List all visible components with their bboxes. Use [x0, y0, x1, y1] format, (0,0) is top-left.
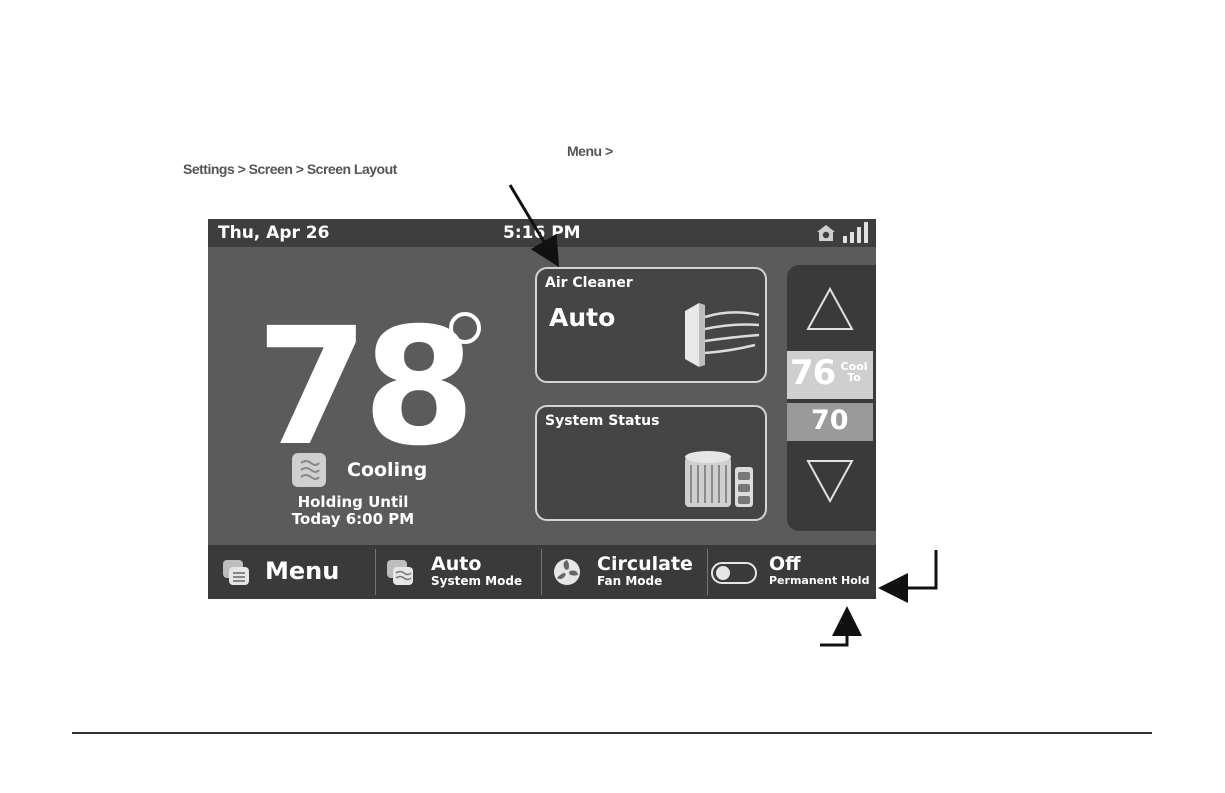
- callout-arrow-hold-bottom: [820, 606, 862, 647]
- fan-mode-button[interactable]: Circulate Fan Mode: [542, 545, 706, 599]
- system-mode-icon: [387, 560, 413, 585]
- page-divider: [72, 732, 1152, 734]
- annotation-menu-path: Menu >: [567, 143, 613, 159]
- cool-setpoint-value: 76: [790, 353, 836, 393]
- condenser-unit-icon: [685, 451, 753, 507]
- temp-down-button[interactable]: [805, 455, 855, 505]
- temp-up-button[interactable]: [805, 285, 855, 335]
- hold-status-line1: Holding Until: [297, 493, 409, 511]
- thermostat-screen: Thu, Apr 26 5:16 PM 78 Cooling Holding U…: [208, 219, 876, 599]
- cooling-icon: [292, 453, 326, 487]
- time-label: 5:16 PM: [503, 223, 581, 243]
- hold-toggle-label: Permanent Hold: [769, 574, 870, 587]
- heat-setpoint[interactable]: 70: [787, 403, 873, 441]
- current-temperature: 78: [256, 294, 475, 482]
- air-cleaner-value: Auto: [549, 303, 616, 332]
- menu-label: Menu: [265, 557, 340, 585]
- air-cleaner-icon: [685, 303, 760, 367]
- home-icon: [817, 225, 835, 241]
- permanent-hold-toggle[interactable]: Off Permanent Hold: [708, 545, 876, 599]
- signal-icon: [843, 222, 868, 243]
- menu-button[interactable]: Menu: [208, 545, 374, 599]
- fan-icon: [554, 559, 580, 585]
- system-status-title: System Status: [545, 413, 660, 429]
- fan-mode-label: Fan Mode: [597, 574, 663, 588]
- status-bar: Thu, Apr 26 5:16 PM: [208, 219, 876, 247]
- air-cleaner-title: Air Cleaner: [545, 275, 633, 291]
- toggle-switch-icon: [711, 562, 757, 584]
- heat-setpoint-value: 70: [811, 405, 849, 436]
- system-mode-button[interactable]: Auto System Mode: [376, 545, 540, 599]
- cool-setpoint-label-to: To: [847, 371, 861, 384]
- callout-arrow-hold-right: [878, 550, 938, 603]
- hold-status-line2: Today 6:00 PM: [291, 510, 415, 528]
- setpoint-panel: 76 Cool To 70: [787, 265, 876, 531]
- air-cleaner-card[interactable]: Air Cleaner Auto: [535, 267, 767, 383]
- fan-mode-value: Circulate: [597, 553, 693, 575]
- date-label: Thu, Apr 26: [218, 223, 330, 243]
- system-status-card[interactable]: System Status: [535, 405, 767, 521]
- bottom-bar: Menu Auto System Mode Circulate Fan Mode…: [208, 545, 876, 599]
- system-mode-label: System Mode: [431, 574, 523, 588]
- menu-icon: [223, 560, 249, 585]
- annotation-settings-path: Settings > Screen > Screen Layout: [183, 161, 397, 177]
- hold-toggle-value: Off: [769, 553, 801, 575]
- degree-icon: [449, 312, 481, 344]
- cool-setpoint[interactable]: 76 Cool To: [787, 351, 873, 399]
- system-mode-value: Auto: [431, 553, 482, 575]
- system-status-label: Cooling: [347, 459, 428, 481]
